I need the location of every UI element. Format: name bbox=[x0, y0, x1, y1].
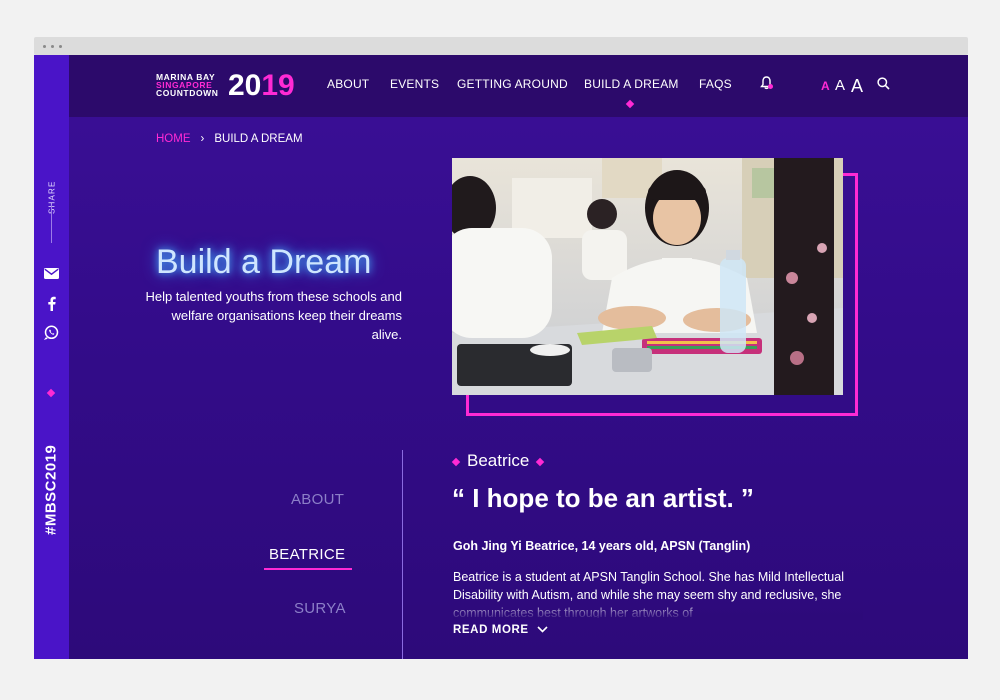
nav-getting-around[interactable]: GETTING AROUND bbox=[457, 77, 568, 91]
window-dot bbox=[59, 45, 62, 48]
page-subtitle: Help talented youths from these schools … bbox=[145, 289, 402, 342]
name-diamond-right bbox=[536, 457, 545, 466]
nav-faqs[interactable]: FAQS bbox=[699, 77, 732, 91]
read-more-label: READ MORE bbox=[453, 624, 529, 636]
student-name: Beatrice bbox=[451, 451, 551, 471]
name-diamond-left bbox=[451, 457, 461, 466]
nav-active-indicator bbox=[625, 99, 635, 109]
font-size-large[interactable]: A bbox=[851, 55, 863, 117]
site-header: MARINA BAY SINGAPORE COUNTDOWN 2019 ABOU… bbox=[69, 55, 968, 117]
share-divider bbox=[51, 205, 52, 243]
breadcrumb-current: BUILD A DREAM bbox=[214, 133, 303, 145]
logo-line-3: COUNTDOWN bbox=[156, 88, 219, 98]
nav-events[interactable]: EVENTS bbox=[390, 77, 439, 91]
chevron-down-icon bbox=[537, 625, 548, 636]
logo-year-b: 19 bbox=[261, 69, 295, 102]
student-nav-about[interactable]: ABOUT bbox=[291, 491, 344, 508]
hashtag: #MBSC2019 bbox=[42, 444, 60, 536]
read-more-button[interactable]: READ MORE bbox=[453, 624, 548, 636]
breadcrumb-home[interactable]: HOME bbox=[156, 133, 191, 145]
rail-diamond bbox=[46, 388, 56, 398]
nav-build-a-dream[interactable]: BUILD A DREAM bbox=[584, 77, 679, 91]
share-label: SHARE bbox=[47, 180, 57, 214]
search-icon[interactable] bbox=[877, 77, 893, 93]
bio-fade bbox=[453, 600, 863, 620]
share-rail: SHARE #MBSC2019 bbox=[34, 55, 69, 659]
window-dot bbox=[51, 45, 54, 48]
font-size-medium[interactable]: A bbox=[835, 55, 845, 117]
window-dot bbox=[43, 45, 46, 48]
page-title: Build a Dream bbox=[156, 243, 372, 281]
facebook-icon[interactable] bbox=[42, 295, 60, 311]
student-quote: “ I hope to be an artist. ” bbox=[452, 483, 754, 513]
hero-photo bbox=[452, 158, 843, 395]
logo-year-a: 20 bbox=[228, 69, 262, 102]
page-viewport: SHARE #MBSC2019 MARINA BAY SINGAPORE COU… bbox=[34, 55, 968, 659]
student-nav-surya[interactable]: SURYA bbox=[294, 600, 346, 617]
notification-badge bbox=[768, 84, 773, 89]
font-size-small[interactable]: A bbox=[821, 55, 830, 117]
student-byline: Goh Jing Yi Beatrice, 14 years old, APSN… bbox=[453, 539, 751, 553]
student-nav-active-underline bbox=[264, 568, 352, 570]
section-divider bbox=[402, 450, 403, 659]
nav-about[interactable]: ABOUT bbox=[327, 77, 369, 91]
email-icon[interactable] bbox=[42, 265, 60, 281]
student-nav-beatrice[interactable]: BEATRICE bbox=[269, 546, 345, 563]
student-name-text: Beatrice bbox=[467, 451, 530, 470]
breadcrumb: HOME › BUILD A DREAM bbox=[156, 133, 303, 145]
logo-year: 2019 bbox=[228, 70, 295, 102]
whatsapp-icon[interactable] bbox=[42, 324, 60, 340]
browser-chrome bbox=[34, 37, 968, 55]
breadcrumb-separator: › bbox=[200, 133, 205, 145]
